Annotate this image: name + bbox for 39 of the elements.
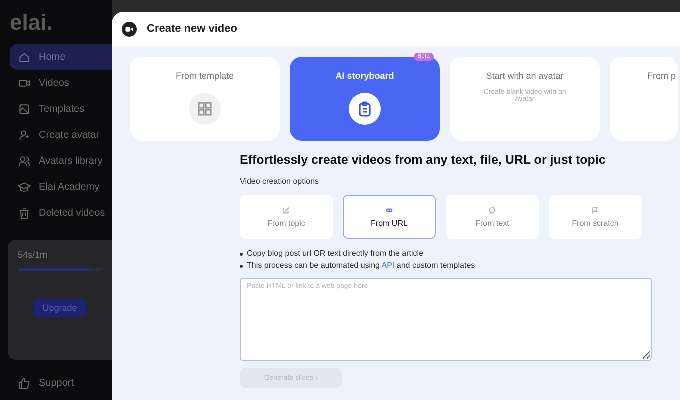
instruction-text: This process can be automated using API and custom templates [247, 261, 476, 270]
creation-option-tab[interactable]: From text [446, 195, 539, 239]
usage-text: 54s/1m [18, 250, 49, 260]
grid-icon [189, 93, 221, 125]
logo: elai. [9, 10, 54, 37]
upgrade-button[interactable]: Upgrade [32, 299, 88, 317]
option-card[interactable]: From p [610, 57, 678, 141]
modal-title: Create new video [147, 23, 238, 35]
instruction-text: Copy blog post url OR text directly from the article [247, 249, 424, 258]
sidebar-item[interactable]: Create avatar [10, 122, 112, 148]
chat-icon [489, 206, 496, 214]
api-link[interactable]: API [382, 261, 395, 270]
options-label: Video creation options [240, 177, 320, 186]
sidebar-item[interactable]: Support [10, 370, 112, 396]
sidebar-item[interactable]: Elai Academy [10, 174, 112, 200]
sidebar-item[interactable]: Avatars library [10, 148, 112, 174]
heading: Effortlessly create videos from any text, file, URL or just topic [240, 153, 607, 167]
sidebar-item[interactable]: Templates [10, 96, 112, 122]
sidebar-item[interactable]: Home [10, 44, 112, 70]
flag-icon [592, 206, 599, 214]
cap-icon [18, 180, 31, 194]
creation-option-tab[interactable]: From URL [343, 195, 436, 239]
home-icon [18, 50, 31, 64]
clipboard-icon [349, 93, 381, 125]
users-icon [18, 154, 31, 168]
option-card[interactable]: From template [130, 57, 280, 141]
sidebar-item[interactable]: Deleted videos [10, 200, 112, 226]
bullet-icon [240, 265, 243, 268]
sidebar-item[interactable]: Videos [10, 70, 112, 96]
bullet-icon [240, 253, 243, 256]
edit-icon [283, 206, 290, 214]
user-plus-icon [18, 128, 31, 142]
template-icon [18, 102, 31, 116]
thumbs-up-icon [18, 376, 31, 390]
link-icon [386, 206, 393, 214]
creation-option-tab[interactable]: From topic [240, 195, 333, 239]
creation-option-tab[interactable]: From scratch [549, 195, 642, 239]
trash-icon [18, 206, 31, 220]
video-camera-icon [122, 22, 137, 36]
